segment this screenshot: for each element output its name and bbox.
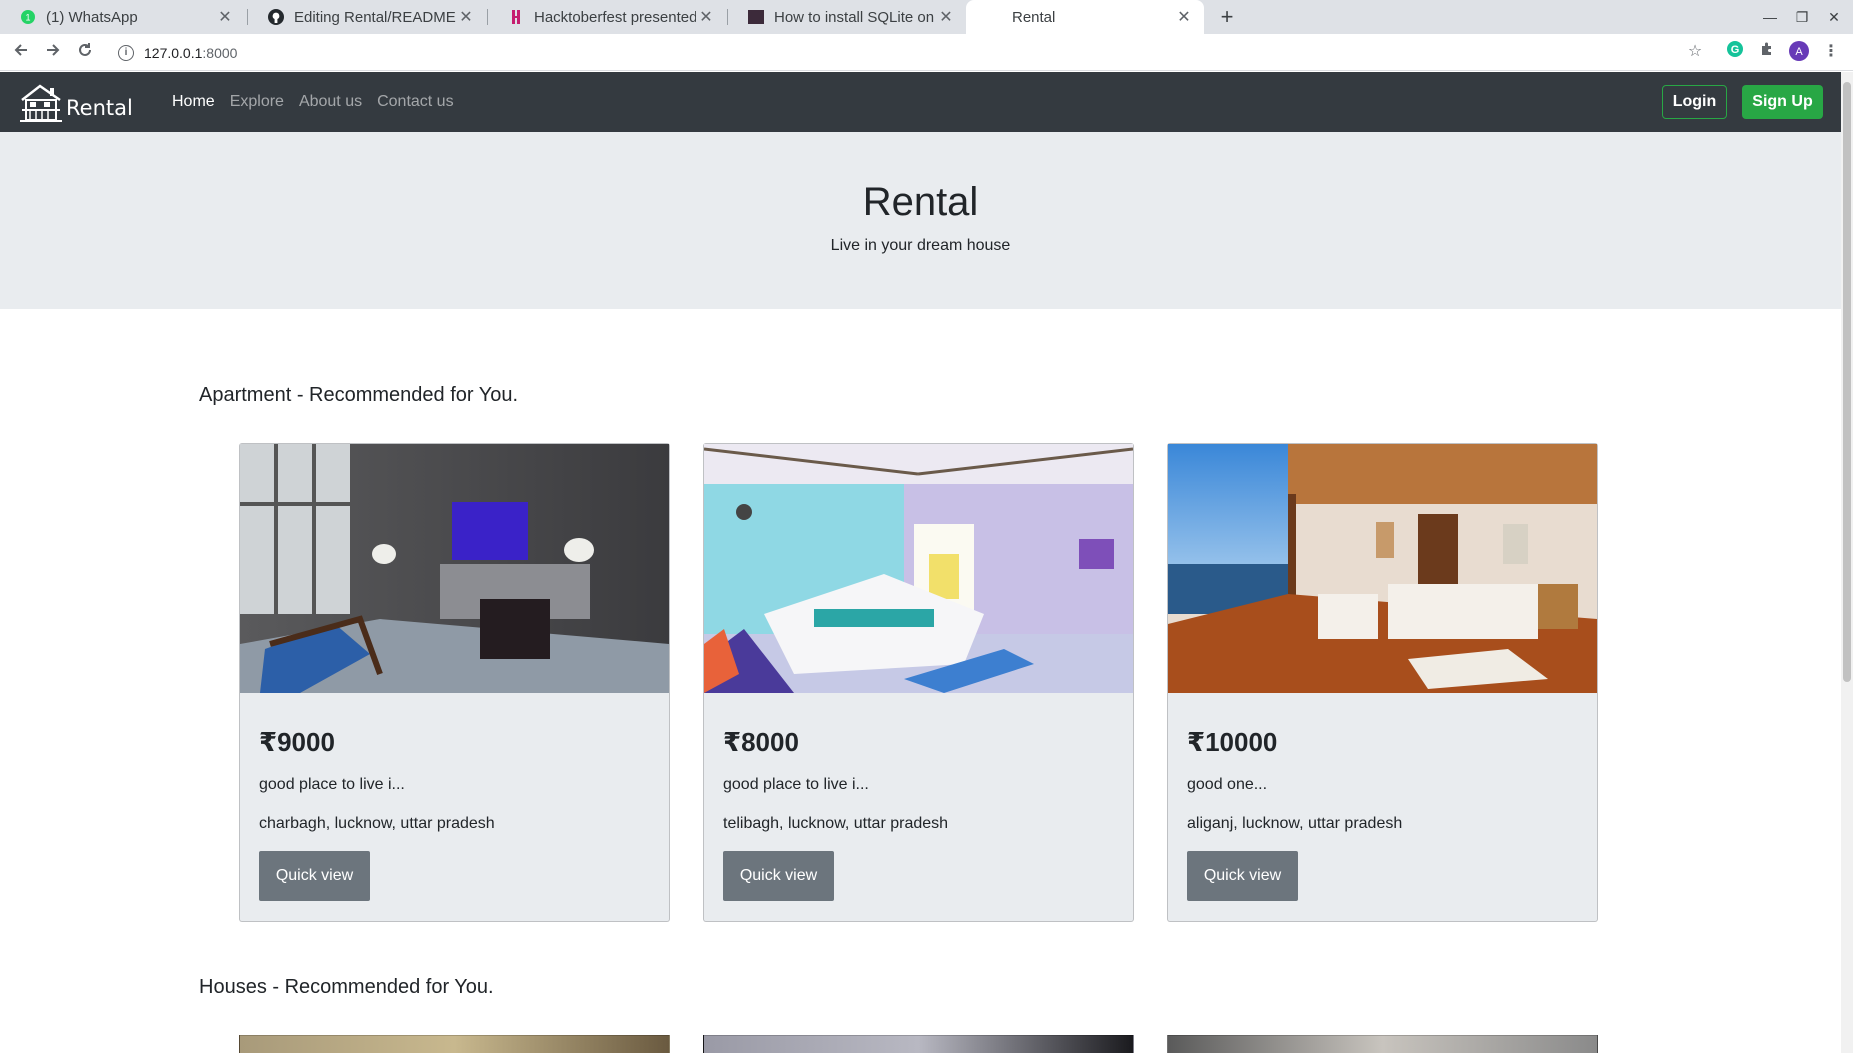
scrollbar-thumb[interactable] [1843,82,1851,682]
page-icon [986,9,1002,25]
browser-tab-hacktoberfest[interactable]: Hacktoberfest presented ✕ [488,0,726,34]
back-arrow-icon[interactable] [8,39,34,65]
listing-photo[interactable] [703,1035,1134,1053]
profile-initial: A [1795,46,1803,58]
close-icon[interactable]: ✕ [215,7,235,27]
nav-link-about[interactable]: About us [299,93,362,111]
listing-card: ₹10000 good one... aliganj, lucknow, utt… [1167,443,1598,922]
address-bar[interactable]: i 127.0.0.1:8000 [108,37,1708,68]
listing-price: ₹8000 [723,727,799,757]
grammarly-icon[interactable]: G [1724,41,1746,63]
hero-jumbotron: Rental Live in your dream house [0,132,1841,309]
whatsapp-icon: 1 [20,9,36,25]
hero-subtitle: Live in your dream house [830,237,1011,254]
listing-photo[interactable] [240,444,669,693]
tab-label: Rental [1012,8,1056,26]
forward-arrow-icon[interactable] [40,39,66,65]
svg-text:G: G [1731,44,1740,56]
listing-location: aliganj, lucknow, uttar pradesh [1187,815,1403,832]
listing-price: ₹10000 [1187,727,1278,757]
browser-tab-whatsapp[interactable]: 1 (1) WhatsApp ✕ [0,0,245,34]
brand-name: Rental [66,96,133,120]
listing-description: good place to live i... [723,776,869,793]
login-button[interactable]: Login [1662,85,1727,119]
listing-card: ₹9000 good place to live i... charbagh, … [239,443,670,922]
tab-label: Editing Rental/README.md [294,8,456,26]
hero-title: Rental [862,180,979,224]
tab-label: (1) WhatsApp [46,8,138,26]
tab-label: Hacktoberfest presented [534,8,696,26]
quick-view-button[interactable]: Quick view [723,851,834,901]
listing-price: ₹9000 [259,727,335,757]
site-info-icon[interactable]: i [118,44,134,61]
minimize-icon[interactable]: — [1756,4,1784,30]
address-url: 127.0.0.1:8000 [144,44,238,61]
browser-menu-icon[interactable]: ⋮ [1820,41,1842,63]
browser-tab-rental[interactable]: Rental ✕ [966,0,1204,34]
nav-link-explore[interactable]: Explore [230,93,284,111]
nav-link-contact[interactable]: Contact us [377,93,453,111]
close-icon[interactable]: ✕ [1174,7,1194,27]
close-icon[interactable]: ✕ [936,7,956,27]
bookmark-star-icon[interactable]: ☆ [1684,41,1706,63]
github-icon [268,9,284,25]
nav-link-home[interactable]: Home [172,93,215,111]
section-title-apartments: Apartment - Recommended for You. [199,384,519,406]
site-navbar: Rental Home Explore About us Contact us … [0,72,1841,132]
listing-photo[interactable] [1168,444,1597,693]
site-brand[interactable]: Rental [20,82,133,122]
listing-photo[interactable] [1167,1035,1598,1053]
close-window-icon[interactable]: ✕ [1820,4,1848,30]
signup-button[interactable]: Sign Up [1742,85,1823,119]
listing-description: good one... [1187,776,1268,793]
browser-tab-sqlite[interactable]: How to install SQLite on Ubuntu ✕ [728,0,966,34]
restore-icon[interactable]: ❐ [1788,4,1816,30]
new-tab-button[interactable]: + [1214,4,1240,30]
listing-location: charbagh, lucknow, uttar pradesh [259,815,495,832]
reload-icon[interactable] [72,39,98,65]
quick-view-button[interactable]: Quick view [1187,851,1298,901]
listing-card: ₹8000 good place to live i... telibagh, … [703,443,1134,922]
main-nav: Home Explore About us Contact us [172,72,469,132]
listing-location: telibagh, lucknow, uttar pradesh [723,815,949,832]
listing-photo[interactable] [239,1035,670,1053]
browser-tab-strip: 1 (1) WhatsApp ✕ Editing Rental/README.m… [0,0,1853,34]
svg-text:1: 1 [25,13,30,23]
quick-view-button[interactable]: Quick view [259,851,370,901]
page-scrollbar[interactable] [1841,72,1853,1053]
section-title-houses: Houses - Recommended for You. [199,976,494,998]
page-icon [748,9,764,25]
tab-label: How to install SQLite on Ubuntu [774,8,936,26]
house-logo-icon [20,84,62,122]
listing-photo[interactable] [704,444,1133,693]
extensions-puzzle-icon[interactable] [1756,41,1778,63]
hacktoberfest-icon [508,9,524,25]
browser-toolbar: i 127.0.0.1:8000 ☆ G A ⋮ [0,34,1853,71]
close-icon[interactable]: ✕ [696,7,716,27]
page-viewport: Rental Home Explore About us Contact us … [0,72,1841,1053]
listing-description: good place to live i... [259,776,405,793]
close-icon[interactable]: ✕ [456,7,476,27]
browser-tab-github[interactable]: Editing Rental/README.md ✕ [248,0,486,34]
